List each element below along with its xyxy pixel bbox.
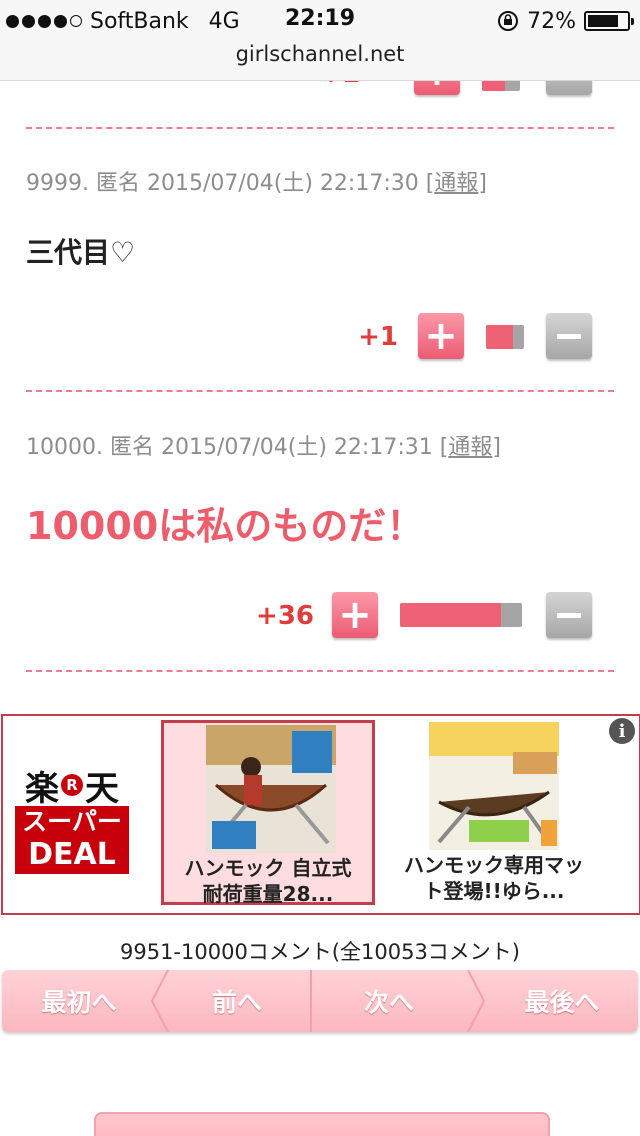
rakuten-super-deal-logo[interactable]: 楽 R 天 スーパー DEAL — [15, 764, 129, 874]
logo-mark: 天 — [85, 768, 119, 809]
prev-page-button[interactable]: 前へ — [162, 970, 312, 1032]
vote-score: +36 — [256, 601, 314, 631]
vote-score: +1 — [300, 81, 360, 89]
plus-button[interactable]: + — [332, 592, 378, 638]
comment-list: +1 + 9999. 匿名 2015/07/04(土) 22:17:30 [通報… — [0, 81, 640, 1136]
info-icon[interactable]: i — [609, 718, 635, 744]
logo-line2: DEAL — [28, 837, 116, 872]
ad-item-hammock-mat[interactable]: ハンモック専用マッ ト登場!!ゆら... — [387, 720, 601, 905]
rakuten-r-icon: R — [61, 774, 83, 796]
divider — [26, 390, 614, 392]
logo-line1: スーパー — [22, 807, 122, 836]
comment-text: 三代目♡ — [26, 236, 136, 269]
ad-item-hammock[interactable]: ハンモック 自立式 耐荷重量28... — [161, 720, 375, 906]
minus-button[interactable] — [546, 81, 592, 95]
vote-score: +1 — [358, 322, 398, 352]
report-link[interactable]: 通報 — [448, 435, 492, 460]
vote-ratio-bar — [482, 81, 520, 91]
comment-range: 9951-10000コメント(全10053コメント) — [119, 940, 520, 964]
network-type: 4G — [208, 8, 240, 34]
pager-separator — [467, 970, 486, 1032]
minus-button[interactable] — [546, 592, 592, 638]
ad-item-title: ハンモック 自立式 — [184, 856, 352, 880]
report-link[interactable]: 通報 — [434, 171, 478, 196]
divider — [26, 127, 614, 129]
status-right: 72% — [497, 6, 634, 36]
ad-item-title: ト登場!!ゆら... — [423, 879, 565, 903]
logo-mark: 楽 — [25, 768, 59, 809]
hammock-product-image — [206, 725, 336, 853]
last-page-button[interactable]: 最後へ — [486, 970, 638, 1032]
vote-ratio-bar — [400, 603, 522, 627]
status-bar: SoftBank 4G 22:19 72% girlschannel.net — [0, 0, 640, 81]
comment-text: 10000は私のものだ！ — [26, 504, 425, 548]
vote-ratio-bar — [486, 325, 524, 349]
battery-icon — [584, 11, 634, 31]
next-page-button[interactable]: 次へ — [314, 970, 464, 1032]
divider — [26, 670, 614, 672]
carrier-name: SoftBank — [90, 8, 189, 34]
carrier-info: SoftBank 4G — [6, 6, 240, 36]
minus-button[interactable] — [546, 313, 592, 359]
comment-meta: 9999. 匿名 2015/07/04(土) 22:17:30 [通報] — [26, 171, 487, 196]
rotation-lock-icon — [498, 11, 519, 31]
hammock-mat-product-image — [429, 722, 559, 850]
comment-header: 10000. 匿名 2015/07/04(土) 22:17:31 — [26, 435, 433, 460]
plus-button[interactable]: + — [414, 81, 460, 95]
bottom-button[interactable] — [94, 1112, 550, 1136]
url-bar[interactable]: girlschannel.net — [0, 42, 640, 66]
plus-button[interactable]: + — [418, 313, 464, 359]
battery-percent: 72% — [527, 8, 576, 34]
comment-header: 9999. 匿名 2015/07/04(土) 22:17:30 — [26, 171, 419, 196]
ad-item-title: ハンモック専用マッ — [404, 853, 584, 877]
comment-meta: 10000. 匿名 2015/07/04(土) 22:17:31 [通報] — [26, 435, 501, 460]
ad-banner[interactable]: 楽 R 天 スーパー DEAL ハンモック 自立式 耐荷重量28... ハンモッ… — [1, 714, 640, 915]
ad-item-title: 耐荷重量28... — [202, 882, 334, 906]
first-page-button[interactable]: 最初へ — [2, 970, 156, 1032]
pagination-bar: 最初へ 前へ 次へ 最後へ — [2, 970, 638, 1032]
signal-icon — [6, 14, 82, 28]
